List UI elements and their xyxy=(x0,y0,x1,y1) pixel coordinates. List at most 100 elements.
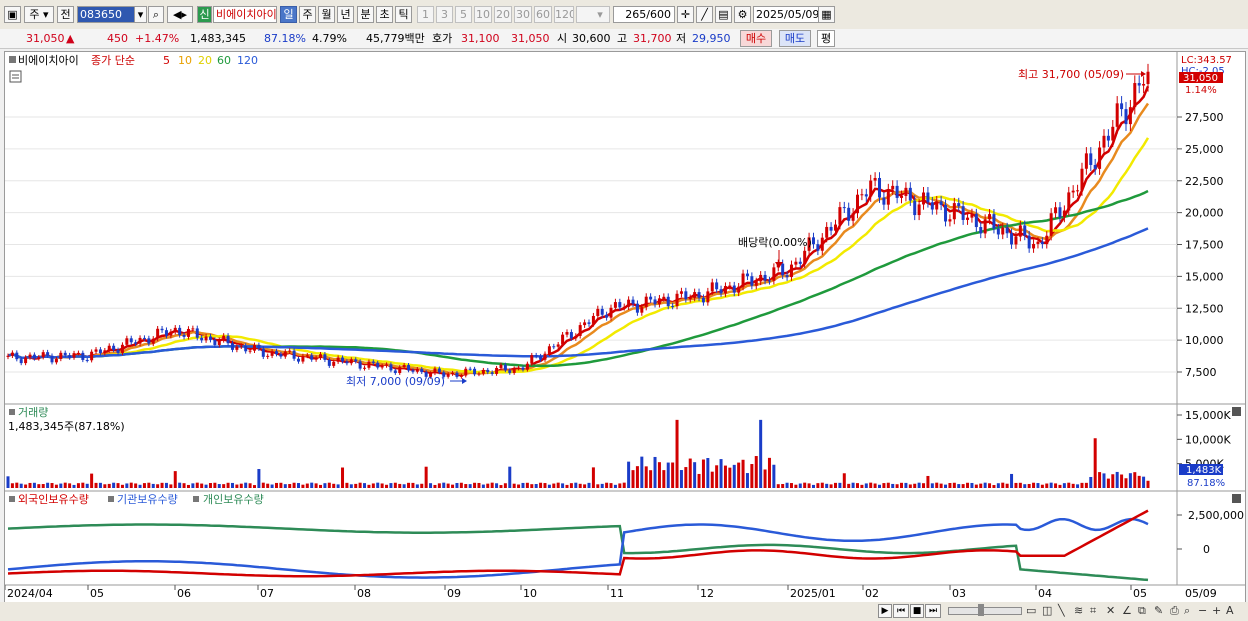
scroll-start-button[interactable]: ⏮ xyxy=(893,604,909,618)
minute-10[interactable]: 10 xyxy=(474,6,492,23)
zoom-slider-handle[interactable] xyxy=(978,604,984,616)
crosshair-icon[interactable]: ✛ xyxy=(677,6,694,23)
volume-bar xyxy=(1080,482,1084,488)
table-icon[interactable] xyxy=(9,70,22,83)
candle xyxy=(204,336,208,341)
calendar-icon[interactable]: ▦ xyxy=(818,6,835,23)
stop-button[interactable]: ■ xyxy=(910,604,924,618)
chart-area[interactable]: 비에이치아이 종가 단순 5 10 20 60 120 LC:343.57 HC… xyxy=(4,51,1246,605)
volume-bar xyxy=(336,484,340,488)
volume-bar xyxy=(935,482,939,488)
candle xyxy=(503,364,507,371)
candle xyxy=(1036,241,1040,244)
window-icon[interactable]: ▣ xyxy=(4,6,21,23)
speaker-icon[interactable]: ◀▸ xyxy=(167,6,193,23)
period-tick[interactable]: 틱 xyxy=(395,6,412,23)
layout-icon[interactable]: ▭ xyxy=(1026,604,1036,618)
up-arrow: ▲ xyxy=(66,32,75,45)
period-minute[interactable]: 분 xyxy=(357,6,374,23)
market-select[interactable]: 주 ▾ xyxy=(24,6,54,23)
scroll-right-button[interactable]: ▶ xyxy=(878,604,892,618)
volume-bar xyxy=(50,483,54,488)
scroll-end-button[interactable]: ⏭ xyxy=(925,604,941,618)
candle xyxy=(37,357,41,359)
date-field[interactable]: 2025/05/09 xyxy=(753,6,819,23)
all-button[interactable]: 전 xyxy=(57,6,74,23)
zoom-in-icon[interactable]: + xyxy=(1212,604,1221,618)
minute-120[interactable]: 120 xyxy=(554,6,574,23)
holdings-close-icon[interactable] xyxy=(1232,494,1241,503)
volume-bar xyxy=(517,484,521,488)
volume-bar xyxy=(1067,482,1071,488)
volume-bar xyxy=(437,483,441,488)
toolbar: ▣ 주 ▾ 전 083650 ▾ ⌕ ◀▸ 신 비에이치아이 일 주 월 년 분… xyxy=(0,0,1248,30)
angle-tool-icon[interactable]: ∠ xyxy=(1122,604,1132,618)
minute-5[interactable]: 5 xyxy=(455,6,472,23)
count-field[interactable]: 265/600 xyxy=(613,6,675,23)
period-day[interactable]: 일 xyxy=(280,6,297,23)
minute-1[interactable]: 1 xyxy=(417,6,434,23)
candle xyxy=(349,359,353,364)
candle xyxy=(186,328,190,337)
holdings-line-2 xyxy=(7,509,1149,578)
trade-amount: 45,779백만 xyxy=(366,32,425,45)
zoom-slider[interactable] xyxy=(948,607,1022,615)
candle xyxy=(706,291,710,303)
sell-button[interactable]: 매도 xyxy=(779,30,811,47)
volume-bar xyxy=(1093,438,1097,488)
copy-icon[interactable]: ⧉ xyxy=(1138,604,1146,618)
print-icon[interactable]: ⎙ xyxy=(1170,604,1179,618)
volume-bar xyxy=(477,482,481,488)
minute-20[interactable]: 20 xyxy=(494,6,512,23)
volume-bar xyxy=(81,482,85,488)
code-dropdown-icon[interactable]: ▾ xyxy=(134,6,147,23)
cross-tool-icon[interactable]: ✕ xyxy=(1106,604,1115,618)
save-icon[interactable]: ▤ xyxy=(715,6,732,23)
buy-button[interactable]: 매수 xyxy=(740,30,772,47)
volume-bar xyxy=(297,483,301,488)
fib-tool-icon[interactable]: ≋ xyxy=(1074,604,1083,618)
draw-icon[interactable]: ✎ xyxy=(1154,604,1163,618)
candle xyxy=(371,361,375,363)
volume-bar xyxy=(996,483,1000,488)
x-tick-label: 02 xyxy=(865,587,879,600)
text-tool-icon[interactable]: ⌗ xyxy=(1090,604,1096,618)
font-size-icon[interactable]: A xyxy=(1226,604,1234,618)
volume-bar xyxy=(142,483,146,488)
period-month[interactable]: 월 xyxy=(318,6,335,23)
gear-icon[interactable]: ⚙ xyxy=(734,6,751,23)
candle xyxy=(314,357,318,360)
eval-button[interactable]: 평 xyxy=(817,30,835,47)
volume-bar xyxy=(420,483,424,488)
period-second[interactable]: 초 xyxy=(376,6,393,23)
candle xyxy=(688,297,692,300)
candle xyxy=(28,354,32,358)
minute-60[interactable]: 60 xyxy=(534,6,552,23)
volume-bar xyxy=(803,482,807,488)
stock-code-input[interactable]: 083650 xyxy=(77,6,135,23)
candle xyxy=(547,346,551,354)
volume-bar xyxy=(103,484,107,488)
volume-bar xyxy=(314,483,318,488)
split-icon[interactable]: ◫ xyxy=(1042,604,1052,618)
volume-close-icon[interactable] xyxy=(1232,407,1241,416)
period-week[interactable]: 주 xyxy=(299,6,316,23)
volume-bar xyxy=(1045,483,1049,488)
volume-bar xyxy=(459,482,463,488)
candle xyxy=(983,219,987,234)
zoom-icon[interactable]: ⌕ xyxy=(1184,604,1190,618)
candle xyxy=(468,368,472,370)
zoom-out-icon[interactable]: − xyxy=(1198,604,1207,618)
candle xyxy=(957,203,961,207)
trend-tool-icon[interactable]: ╱ xyxy=(696,6,713,23)
period-year[interactable]: 년 xyxy=(337,6,354,23)
candle xyxy=(1120,103,1124,110)
minute-3[interactable]: 3 xyxy=(436,6,453,23)
volume-bar xyxy=(301,484,305,488)
interval-select[interactable]: ▾ xyxy=(576,6,610,23)
minute-30[interactable]: 30 xyxy=(514,6,532,23)
line-tool-icon[interactable]: ╲ xyxy=(1058,604,1065,618)
search-icon[interactable]: ⌕ xyxy=(148,6,164,23)
volume-bar xyxy=(455,483,459,488)
candle xyxy=(142,337,146,339)
